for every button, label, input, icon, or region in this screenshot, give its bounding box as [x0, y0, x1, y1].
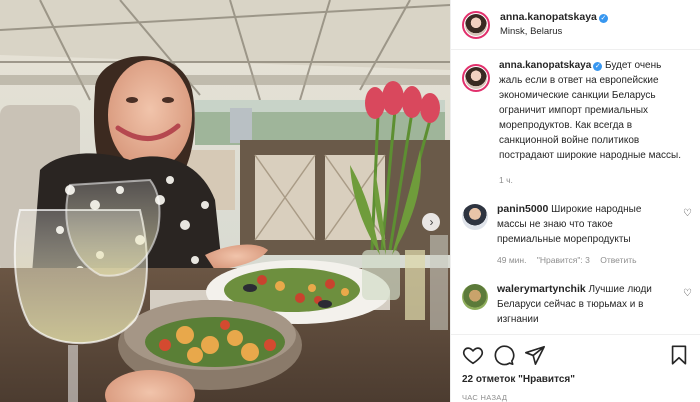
comment-body: panin5000 Широкие народные массы не знаю… [497, 202, 669, 268]
caption-time[interactable]: 1 ч. [499, 173, 687, 188]
caption-body: anna.kanopatskaya ✓ Будет очень жаль если… [499, 58, 687, 188]
commenter-avatar[interactable] [462, 204, 488, 230]
post-side-panel: anna.kanopatskaya ✓ Minsk, Belarus anna.k… [450, 0, 700, 402]
author-avatar[interactable] [462, 10, 490, 39]
post-photo[interactable]: › [0, 0, 450, 402]
share-icon[interactable] [524, 344, 546, 366]
comment-item: walerymartynchik Лучшие люди Беларуси се… [462, 282, 692, 327]
author-username[interactable]: anna.kanopatskaya [500, 11, 597, 23]
next-photo-button[interactable]: › [422, 213, 440, 231]
likes-count[interactable]: 22 отметок "Нравится" [462, 374, 690, 385]
heart-icon[interactable] [462, 344, 484, 366]
comment-item: panin5000 Широкие народные массы не знаю… [462, 202, 692, 268]
commenter-avatar[interactable] [462, 284, 488, 310]
post-header: anna.kanopatskaya ✓ Minsk, Belarus [451, 0, 700, 50]
verified-badge-icon: ✓ [593, 62, 603, 71]
avatar-image [465, 67, 487, 89]
comment-username[interactable]: panin5000 [497, 203, 548, 215]
post-location[interactable]: Minsk, Belarus [500, 25, 608, 39]
comment-likes[interactable]: "Нравится": 3 [537, 255, 590, 265]
reply-button[interactable]: Ответить [600, 255, 636, 265]
verified-badge-icon: ✓ [598, 14, 608, 23]
comment-username[interactable]: walerymartynchik [497, 283, 586, 295]
comment-like-heart-icon[interactable]: ♡ [683, 288, 692, 299]
instagram-post: › anna.kanopatskaya ✓ Minsk, Belarus anna… [0, 0, 700, 402]
caption-username[interactable]: anna.kanopatskaya [499, 60, 591, 71]
comment-time[interactable]: 49 мин. [497, 255, 526, 265]
action-icons [462, 343, 690, 367]
caption-text: Будет очень жаль если в ответ на европей… [499, 60, 682, 161]
post-actions: 22 отметок "Нравится" ЧАС НАЗАД [451, 334, 700, 402]
bookmark-icon[interactable] [668, 344, 690, 366]
header-text: anna.kanopatskaya ✓ Minsk, Belarus [500, 10, 608, 39]
comment-body: walerymartynchik Лучшие люди Беларуси се… [497, 282, 669, 327]
comments-list: anna.kanopatskaya ✓ Будет очень жаль если… [462, 58, 692, 327]
avatar-image [465, 13, 487, 36]
comment-icon[interactable] [493, 344, 515, 366]
chevron-right-icon: › [429, 215, 434, 229]
comment-meta: 49 мин. "Нравится": 3 Ответить [497, 253, 669, 268]
post-timestamp[interactable]: ЧАС НАЗАД [462, 393, 690, 402]
caption-avatar[interactable] [462, 64, 490, 92]
comment-like-heart-icon[interactable]: ♡ [683, 208, 692, 219]
caption: anna.kanopatskaya ✓ Будет очень жаль если… [462, 58, 692, 188]
restaurant-photo [0, 0, 450, 402]
